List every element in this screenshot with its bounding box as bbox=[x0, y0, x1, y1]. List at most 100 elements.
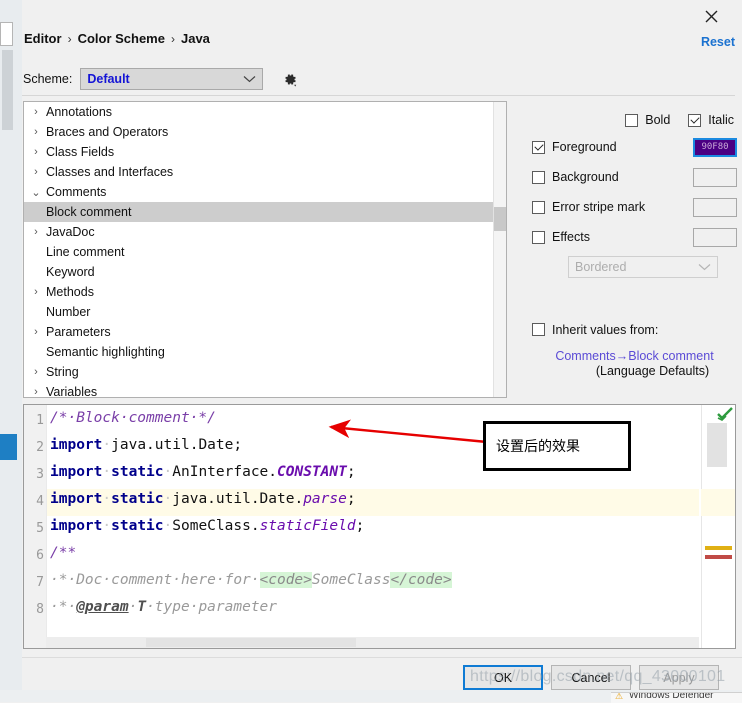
chevron-right-icon[interactable]: › bbox=[28, 286, 44, 298]
editor-horizontal-scrollbar-thumb[interactable] bbox=[146, 638, 356, 647]
stripe-marker-error[interactable] bbox=[705, 555, 732, 559]
line-number: 3 bbox=[36, 467, 44, 482]
tree-item-keyword[interactable]: Keyword bbox=[24, 262, 506, 282]
color-scheme-settings-dialog: Reset Editor › Color Scheme › Java Schem… bbox=[22, 0, 742, 702]
color-settings-tree[interactable]: › Annotations › Braces and Operators › Class … bbox=[23, 101, 507, 398]
chevron-right-icon[interactable]: › bbox=[28, 326, 44, 338]
tree-item-label: Number bbox=[46, 305, 91, 319]
chevron-down-icon bbox=[698, 260, 711, 274]
tree-item-javadoc[interactable]: › JavaDoc bbox=[24, 222, 506, 242]
breadcrumb-item-java[interactable]: Java bbox=[181, 31, 210, 46]
error-stripe-checkbox[interactable] bbox=[532, 200, 545, 214]
breadcrumb-item-color-scheme[interactable]: Color Scheme bbox=[78, 31, 165, 46]
tree-scrollbar[interactable] bbox=[493, 102, 506, 397]
error-stripe-row: Error stripe mark bbox=[532, 192, 737, 222]
tree-item-number[interactable]: Number bbox=[24, 302, 506, 322]
chevron-right-icon[interactable]: › bbox=[28, 106, 44, 118]
editor-scrollbar-stripe[interactable] bbox=[701, 405, 735, 648]
background-window-scrollbar-thumb[interactable] bbox=[2, 50, 13, 130]
tree-item-variables[interactable]: › Variables bbox=[24, 382, 506, 398]
scheme-row: Scheme: Default bbox=[23, 68, 299, 90]
apply-button[interactable]: Apply bbox=[639, 665, 719, 690]
chevron-right-icon[interactable]: › bbox=[28, 146, 44, 158]
foreground-checkbox[interactable] bbox=[532, 140, 545, 154]
editor-horizontal-scrollbar[interactable] bbox=[46, 637, 699, 648]
chevron-down-icon[interactable]: ⌄ bbox=[28, 186, 44, 199]
close-icon[interactable] bbox=[690, 2, 732, 30]
tree-item-comments[interactable]: ⌄ Comments bbox=[24, 182, 506, 202]
tree-item-classes-and-interfaces[interactable]: › Classes and Interfaces bbox=[24, 162, 506, 182]
cancel-button[interactable]: Cancel bbox=[551, 665, 631, 690]
line-number: 8 bbox=[36, 602, 44, 617]
line-number: 5 bbox=[36, 521, 44, 536]
breadcrumb-item-editor[interactable]: Editor bbox=[24, 31, 62, 46]
scheme-label: Scheme: bbox=[23, 72, 73, 86]
background-label: Background bbox=[552, 170, 619, 184]
tree-item-label: Keyword bbox=[46, 265, 95, 279]
dialog-buttons: OK Cancel Apply bbox=[463, 665, 719, 690]
background-color-swatch[interactable] bbox=[693, 167, 737, 187]
effects-type-value: Bordered bbox=[575, 260, 627, 274]
line-number: 1 bbox=[36, 413, 44, 428]
bold-label: Bold bbox=[645, 113, 671, 127]
tree-item-annotations[interactable]: › Annotations bbox=[24, 102, 506, 122]
error-stripe-color-swatch[interactable] bbox=[693, 197, 737, 217]
editor-scrollbar-thumb[interactable] bbox=[707, 423, 727, 467]
effects-label: Effects bbox=[552, 230, 590, 244]
tree-item-braces-and-operators[interactable]: › Braces and Operators bbox=[24, 122, 506, 142]
tree-item-methods[interactable]: › Methods bbox=[24, 282, 506, 302]
foreground-label: Foreground bbox=[552, 140, 617, 154]
tree-rows: › Annotations › Braces and Operators › Class … bbox=[24, 102, 506, 398]
inherit-label: Inherit values from: bbox=[552, 322, 659, 337]
background-checkbox[interactable] bbox=[532, 170, 545, 184]
chevron-right-icon[interactable]: › bbox=[28, 166, 44, 178]
tree-item-line-comment[interactable]: Line comment bbox=[24, 242, 506, 262]
tree-item-label: Annotations bbox=[46, 105, 113, 119]
divider bbox=[22, 95, 735, 96]
reset-link[interactable]: Reset bbox=[701, 35, 735, 49]
bold-checkbox[interactable] bbox=[625, 113, 639, 127]
tree-item-label: Variables bbox=[46, 385, 98, 398]
line-number: 7 bbox=[36, 575, 44, 590]
tree-item-label: String bbox=[46, 365, 79, 379]
inspection-ok-icon[interactable] bbox=[717, 407, 733, 421]
font-style-row: Bold Italic bbox=[532, 108, 737, 132]
tree-item-class-fields[interactable]: › Class Fields bbox=[24, 142, 506, 162]
code-line: import·static·java.util.Date.parse; bbox=[50, 491, 356, 507]
tree-item-block-comment[interactable]: Block comment bbox=[24, 202, 506, 222]
italic-checkbox[interactable] bbox=[688, 113, 702, 127]
line-number: 2 bbox=[36, 440, 44, 455]
inherit-source-link[interactable]: Comments→Block comment bbox=[532, 349, 737, 363]
stripe-caret-row bbox=[701, 489, 735, 516]
chevron-right-icon[interactable]: › bbox=[28, 126, 44, 138]
line-number-gutter: 1 2 3 4 5 6 7 8 bbox=[24, 405, 47, 648]
effects-type-select[interactable]: Bordered bbox=[568, 256, 718, 278]
tree-item-parameters[interactable]: › Parameters bbox=[24, 322, 506, 342]
toast-label: Windows Defender bbox=[629, 692, 714, 701]
tree-item-label: Line comment bbox=[46, 245, 125, 259]
chevron-right-icon[interactable]: › bbox=[28, 366, 44, 378]
breadcrumb-separator-icon: › bbox=[67, 31, 72, 46]
chevron-right-icon[interactable]: › bbox=[28, 226, 44, 238]
tree-item-string[interactable]: › String bbox=[24, 362, 506, 382]
tree-scrollbar-thumb[interactable] bbox=[494, 207, 506, 231]
ok-button[interactable]: OK bbox=[463, 665, 543, 690]
chevron-right-icon[interactable]: › bbox=[28, 386, 44, 397]
windows-defender-toast[interactable]: ⚠ Windows Defender bbox=[611, 692, 742, 703]
tree-item-label: Block comment bbox=[46, 205, 132, 219]
breadcrumb: Editor › Color Scheme › Java bbox=[24, 31, 210, 46]
scheme-selected-value: Default bbox=[87, 72, 130, 86]
inherit-checkbox[interactable] bbox=[532, 323, 545, 336]
stripe-marker-warning[interactable] bbox=[705, 546, 732, 550]
tree-item-label: Parameters bbox=[46, 325, 111, 339]
effects-checkbox[interactable] bbox=[532, 230, 545, 244]
tree-item-semantic-highlighting[interactable]: Semantic highlighting bbox=[24, 342, 506, 362]
effects-color-swatch[interactable] bbox=[693, 227, 737, 247]
chevron-down-icon bbox=[243, 72, 256, 86]
tree-item-label: Semantic highlighting bbox=[46, 345, 165, 359]
foreground-row: Foreground 90F80 bbox=[532, 132, 737, 162]
foreground-color-swatch[interactable]: 90F80 bbox=[693, 137, 737, 157]
scheme-select[interactable]: Default bbox=[80, 68, 264, 90]
gear-icon[interactable] bbox=[279, 69, 299, 89]
code-line: /** bbox=[50, 545, 77, 561]
